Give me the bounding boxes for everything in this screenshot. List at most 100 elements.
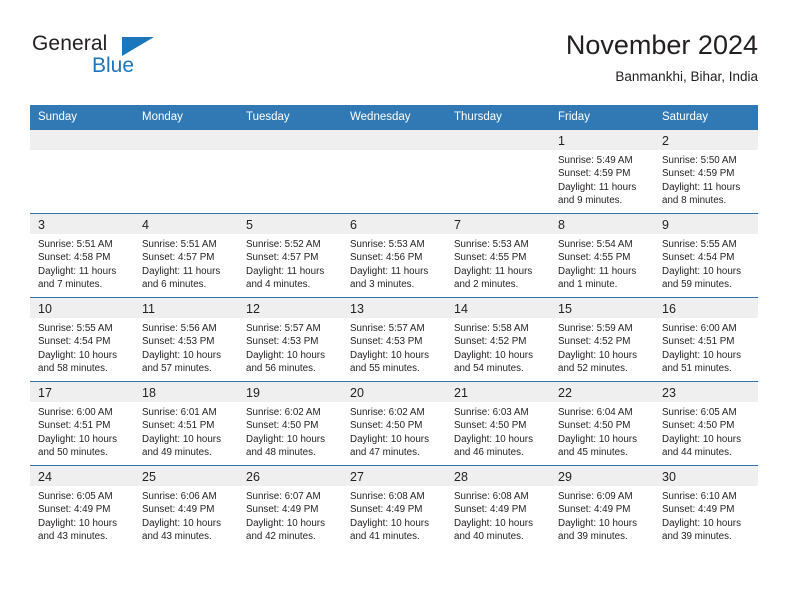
calendar-day-cell[interactable]: 17 Sunrise: 6:00 AM Sunset: 4:51 PM Dayligh… [30, 382, 134, 465]
sunset-text: Sunset: 4:59 PM [558, 168, 631, 180]
calendar-day-cell[interactable]: 5 Sunrise: 5:52 AM Sunset: 4:57 PM Daylight… [238, 214, 342, 297]
sunrise-text: Sunrise: 6:00 AM [662, 323, 737, 334]
calendar-day-cell[interactable]: 12 Sunrise: 5:57 AM Sunset: 4:53 PM Dayligh… [238, 298, 342, 381]
daylight-text: Daylight: 11 hours and 1 minute. [558, 265, 637, 291]
day-sun-info: Sunrise: 6:07 AM Sunset: 4:49 PM Daylight:… [238, 486, 342, 544]
day-sun-info: Sunrise: 6:04 AM Sunset: 4:50 PM Daylight:… [550, 402, 654, 460]
calendar-day-cell[interactable]: 24 Sunrise: 6:05 AM Sunset: 4:49 PM Dayligh… [30, 466, 134, 549]
calendar-day-cell[interactable]: 19 Sunrise: 6:02 AM Sunset: 4:50 PM Dayligh… [238, 382, 342, 465]
day-number: 15 [558, 302, 572, 316]
day-sun-info: Sunrise: 5:57 AM Sunset: 4:53 PM Daylight:… [238, 318, 342, 376]
calendar-day-cell[interactable]: 10 Sunrise: 5:55 AM Sunset: 4:54 PM Dayligh… [30, 298, 134, 381]
calendar-day-cell[interactable]: 4 Sunrise: 5:51 AM Sunset: 4:57 PM Daylight… [134, 214, 238, 297]
daylight-text: Daylight: 10 hours and 55 minutes. [350, 349, 429, 375]
day-number: 21 [454, 386, 468, 400]
sunset-text: Sunset: 4:50 PM [350, 420, 423, 432]
day-number-band: 9 [654, 214, 758, 234]
day-number: 10 [38, 302, 52, 316]
day-number-band: 26 [238, 466, 342, 486]
calendar-day-cell[interactable]: 6 Sunrise: 5:53 AM Sunset: 4:56 PM Daylight… [342, 214, 446, 297]
day-number-band [342, 130, 446, 150]
sunset-text: Sunset: 4:54 PM [662, 252, 735, 264]
calendar-grid: Sunday Monday Tuesday Wednesday Thursday Frid… [30, 105, 758, 549]
calendar-day-cell[interactable]: 21 Sunrise: 6:03 AM Sunset: 4:50 PM Dayligh… [446, 382, 550, 465]
day-sun-info: Sunrise: 5:51 AM Sunset: 4:57 PM Daylight:… [134, 234, 238, 292]
day-number: 25 [142, 470, 156, 484]
day-number-band: 6 [342, 214, 446, 234]
day-number: 26 [246, 470, 260, 484]
day-number-band: 12 [238, 298, 342, 318]
day-number-band: 2 [654, 130, 758, 150]
sunset-text: Sunset: 4:57 PM [246, 252, 319, 264]
sunset-text: Sunset: 4:49 PM [558, 504, 631, 516]
calendar-page: General Blue November 2024 Banmankhi, Bi… [0, 0, 792, 612]
calendar-day-cell[interactable]: 18 Sunrise: 6:01 AM Sunset: 4:51 PM Dayligh… [134, 382, 238, 465]
calendar-day-cell[interactable]: 26 Sunrise: 6:07 AM Sunset: 4:49 PM Dayligh… [238, 466, 342, 549]
day-number: 24 [38, 470, 52, 484]
day-sun-info: Sunrise: 6:06 AM Sunset: 4:49 PM Daylight:… [134, 486, 238, 544]
sunset-text: Sunset: 4:49 PM [662, 504, 735, 516]
day-number-band: 28 [446, 466, 550, 486]
sunrise-text: Sunrise: 6:03 AM [454, 407, 529, 418]
calendar-day-cell[interactable]: 1 Sunrise: 5:49 AM Sunset: 4:59 PM Daylight… [550, 130, 654, 213]
daylight-text: Daylight: 10 hours and 54 minutes. [454, 349, 533, 375]
daylight-text: Daylight: 10 hours and 46 minutes. [454, 433, 533, 459]
calendar-day-cell[interactable]: 25 Sunrise: 6:06 AM Sunset: 4:49 PM Dayligh… [134, 466, 238, 549]
weekday-header-thursday: Thursday [454, 111, 502, 123]
daylight-text: Daylight: 11 hours and 2 minutes. [454, 265, 533, 291]
calendar-day-cell[interactable]: 15 Sunrise: 5:59 AM Sunset: 4:52 PM Dayligh… [550, 298, 654, 381]
sunset-text: Sunset: 4:58 PM [38, 252, 111, 264]
calendar-day-cell[interactable]: 30 Sunrise: 6:10 AM Sunset: 4:49 PM Dayligh… [654, 466, 758, 549]
daylight-text: Daylight: 10 hours and 41 minutes. [350, 517, 429, 543]
logo-text-general: General [32, 32, 108, 55]
day-number: 14 [454, 302, 468, 316]
daylight-text: Daylight: 10 hours and 43 minutes. [38, 517, 117, 543]
day-number: 8 [558, 218, 565, 232]
calendar-day-cell[interactable]: 9 Sunrise: 5:55 AM Sunset: 4:54 PM Daylight… [654, 214, 758, 297]
sunrise-text: Sunrise: 5:52 AM [246, 239, 321, 250]
calendar-day-cell[interactable]: 20 Sunrise: 6:02 AM Sunset: 4:50 PM Dayligh… [342, 382, 446, 465]
page-title: November 2024 [565, 30, 758, 60]
day-number-band: 24 [30, 466, 134, 486]
calendar-day-cell[interactable]: 14 Sunrise: 5:58 AM Sunset: 4:52 PM Dayligh… [446, 298, 550, 381]
calendar-day-cell[interactable]: 11 Sunrise: 5:56 AM Sunset: 4:53 PM Dayligh… [134, 298, 238, 381]
day-number: 11 [142, 302, 155, 316]
logo-text-blue: Blue [92, 54, 135, 77]
calendar-day-cell[interactable]: 2 Sunrise: 5:50 AM Sunset: 4:59 PM Daylight… [654, 130, 758, 213]
sunrise-text: Sunrise: 5:49 AM [558, 155, 633, 166]
calendar-day-cell[interactable]: 22 Sunrise: 6:04 AM Sunset: 4:50 PM Dayligh… [550, 382, 654, 465]
day-number: 18 [142, 386, 156, 400]
calendar-day-cell[interactable]: 3 Sunrise: 5:51 AM Sunset: 4:58 PM Daylight… [30, 214, 134, 297]
day-sun-info: Sunrise: 5:54 AM Sunset: 4:55 PM Daylight:… [550, 234, 654, 292]
day-sun-info: Sunrise: 5:58 AM Sunset: 4:52 PM Daylight:… [446, 318, 550, 376]
day-number-band: 8 [550, 214, 654, 234]
sunrise-text: Sunrise: 5:51 AM [142, 239, 217, 250]
day-number: 13 [350, 302, 364, 316]
daylight-text: Daylight: 11 hours and 7 minutes. [38, 265, 117, 291]
weekday-header-monday: Monday [142, 111, 183, 123]
calendar-day-cell[interactable]: 29 Sunrise: 6:09 AM Sunset: 4:49 PM Dayligh… [550, 466, 654, 549]
day-number: 22 [558, 386, 572, 400]
sunrise-text: Sunrise: 5:57 AM [350, 323, 425, 334]
sunrise-text: Sunrise: 6:10 AM [662, 491, 737, 502]
day-number-band: 13 [342, 298, 446, 318]
calendar-day-cell[interactable]: 8 Sunrise: 5:54 AM Sunset: 4:55 PM Daylight… [550, 214, 654, 297]
calendar-day-cell-empty [342, 130, 446, 213]
calendar-day-cell[interactable]: 13 Sunrise: 5:57 AM Sunset: 4:53 PM Dayligh… [342, 298, 446, 381]
calendar-day-cell[interactable]: 27 Sunrise: 6:08 AM Sunset: 4:49 PM Dayligh… [342, 466, 446, 549]
day-sun-info: Sunrise: 6:00 AM Sunset: 4:51 PM Daylight:… [30, 402, 134, 460]
calendar-weeks: 1 Sunrise: 5:49 AM Sunset: 4:59 PM Daylight… [30, 130, 758, 549]
calendar-day-cell[interactable]: 7 Sunrise: 5:53 AM Sunset: 4:55 PM Daylight… [446, 214, 550, 297]
calendar-day-cell[interactable]: 23 Sunrise: 6:05 AM Sunset: 4:50 PM Dayligh… [654, 382, 758, 465]
calendar-day-cell[interactable]: 16 Sunrise: 6:00 AM Sunset: 4:51 PM Dayligh… [654, 298, 758, 381]
sunset-text: Sunset: 4:49 PM [38, 504, 111, 516]
day-sun-info: Sunrise: 6:10 AM Sunset: 4:49 PM Daylight:… [654, 486, 758, 544]
day-number: 3 [38, 218, 45, 232]
sunrise-text: Sunrise: 5:54 AM [558, 239, 633, 250]
day-number-band [238, 130, 342, 150]
sunset-text: Sunset: 4:56 PM [350, 252, 423, 264]
sunrise-text: Sunrise: 6:08 AM [454, 491, 529, 502]
day-sun-info: Sunrise: 6:03 AM Sunset: 4:50 PM Daylight:… [446, 402, 550, 460]
calendar-day-cell[interactable]: 28 Sunrise: 6:08 AM Sunset: 4:49 PM Dayligh… [446, 466, 550, 549]
calendar-week-row: 3 Sunrise: 5:51 AM Sunset: 4:58 PM Daylight… [30, 213, 758, 297]
